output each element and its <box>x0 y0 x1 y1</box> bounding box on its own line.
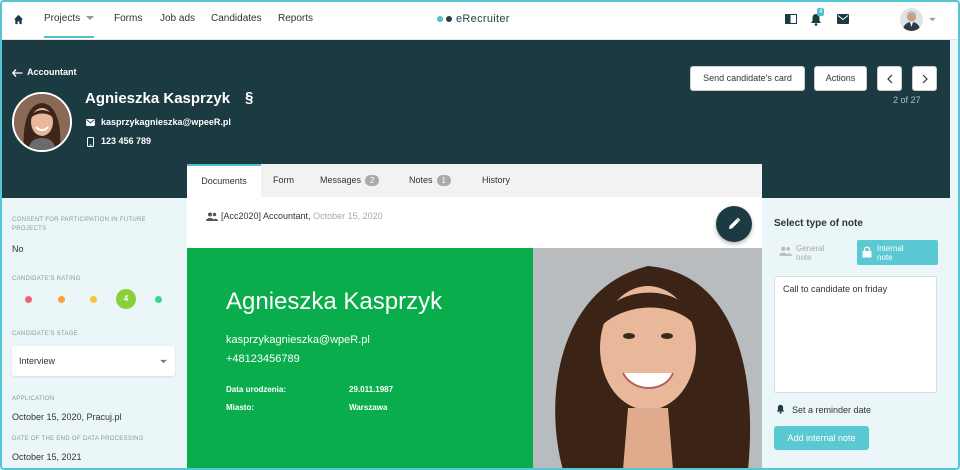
internal-note-label-2: note <box>877 253 893 262</box>
tab-notes[interactable]: Notes 1 <box>409 164 451 197</box>
general-note-label-1: General <box>796 244 825 253</box>
cv-birth-value: 29.011.1987 <box>349 385 394 394</box>
back-link-label: Accountant <box>27 67 77 77</box>
logo-dot-icon <box>446 16 452 23</box>
previous-candidate-button[interactable] <box>877 66 902 91</box>
candidate-photo <box>12 92 72 152</box>
candidate-pager: 2 of 27 <box>893 95 921 105</box>
phone-icon <box>87 136 94 147</box>
data-end-label: DATE OF THE END OF DATA PROCESSING <box>12 436 144 442</box>
rating-selected-4[interactable]: 4 <box>116 289 136 309</box>
note-panel-title: Select type of note <box>774 218 863 229</box>
panel-toggle-icon[interactable] <box>785 14 797 24</box>
top-navbar: Projects Forms Job ads Candidates Report… <box>0 0 960 40</box>
edit-document-button[interactable] <box>716 206 752 242</box>
candidate-phone: 123 456 789 <box>101 136 152 146</box>
data-end-value: October 15, 2021 <box>12 452 82 462</box>
envelope-icon <box>86 119 95 127</box>
nav-forms[interactable]: Forms <box>114 0 142 38</box>
cv-phone: +48123456789 <box>226 353 300 365</box>
lock-icon <box>862 246 872 258</box>
stage-select-value: Interview <box>19 356 56 366</box>
rating-dot-2[interactable] <box>58 296 65 303</box>
document-preview[interactable]: Agnieszka Kasprzyk kasprzykagnieszka@wpe… <box>187 248 762 470</box>
cv-photo-image <box>533 248 762 470</box>
general-note-label-2: note <box>796 253 812 262</box>
consent-label: CONSENT FOR PARTICIPATION IN FUTURE PROJ… <box>12 217 146 232</box>
rating-dot-5[interactable] <box>155 296 162 303</box>
application-label: APPLICATION <box>12 396 55 402</box>
nav-candidates[interactable]: Candidates <box>211 0 262 38</box>
nav-projects-label: Projects <box>44 13 81 24</box>
stage-select[interactable]: Interview <box>12 346 175 376</box>
notification-count-badge: 4 <box>817 8 825 16</box>
cv-city-label: Miasto: <box>226 403 254 412</box>
tab-documents[interactable]: Documents <box>187 164 261 197</box>
notifications-button[interactable]: 4 <box>810 8 828 29</box>
tab-form[interactable]: Form <box>273 164 294 197</box>
candidate-phone-row[interactable]: 123 456 789 <box>87 136 151 147</box>
general-note-option[interactable]: General note <box>776 240 846 265</box>
arrow-left-icon <box>11 68 23 77</box>
cv-email: kasprzykagnieszka@wpeR.pl <box>226 334 370 346</box>
rating-label: CANDIDATE'S RATING <box>12 276 81 282</box>
user-avatar-image <box>903 11 920 31</box>
internal-note-label-1: Internal <box>877 244 904 253</box>
rating-dot-1[interactable] <box>25 296 32 303</box>
actions-button[interactable]: Actions <box>814 66 867 91</box>
logo-text: eRecruiter <box>456 13 510 25</box>
messages-count-badge: 2 <box>365 175 380 187</box>
back-link[interactable]: Accountant <box>11 67 77 77</box>
tab-notes-label: Notes <box>409 175 433 185</box>
users-icon <box>206 212 218 222</box>
pencil-icon <box>729 217 741 229</box>
next-candidate-button[interactable] <box>912 66 937 91</box>
candidate-tabs: Documents Form Messages 2 Notes 1 History <box>187 164 762 197</box>
note-textarea[interactable]: Call to candidate on friday <box>774 276 937 393</box>
chevron-right-icon <box>922 74 928 84</box>
cv-city-value: Warszawa <box>349 403 388 412</box>
application-value: October 15, 2020, Pracuj.pl <box>12 412 122 422</box>
app-logo[interactable]: eRecruiter <box>437 0 510 38</box>
cv-panel: Agnieszka Kasprzyk kasprzykagnieszka@wpe… <box>187 248 533 470</box>
bell-icon <box>776 404 785 414</box>
tab-history[interactable]: History <box>482 164 510 197</box>
reminder-label: Set a reminder date <box>792 405 872 415</box>
candidate-name: Agnieszka Kasprzyk <box>85 90 231 107</box>
candidate-photo-image <box>14 94 70 150</box>
caret-down-icon <box>85 16 94 20</box>
tab-messages[interactable]: Messages 2 <box>320 164 380 197</box>
send-card-button[interactable]: Send candidate's card <box>690 66 805 91</box>
users-icon <box>779 246 792 256</box>
nav-projects[interactable]: Projects <box>44 0 94 38</box>
caret-down-icon <box>160 359 167 364</box>
user-menu-caret-icon[interactable] <box>929 17 936 22</box>
chevron-left-icon <box>886 74 892 84</box>
stage-label: CANDIDATE'S STAGE <box>12 331 79 337</box>
mail-icon[interactable] <box>837 14 849 24</box>
logo-dot-icon <box>437 16 443 23</box>
nav-job-ads[interactable]: Job ads <box>160 0 195 38</box>
consent-value: No <box>12 244 24 254</box>
nav-reports[interactable]: Reports <box>278 0 313 38</box>
tab-messages-label: Messages <box>320 175 362 185</box>
notes-count-badge: 1 <box>436 175 451 187</box>
document-date: October 15, 2020 <box>313 211 383 221</box>
candidate-email: kasprzykagnieszka@wpeeR.pl <box>101 117 231 127</box>
document-source: [Acc2020] Accountant, October 15, 2020 <box>206 211 383 222</box>
cv-birth-label: Data urodzenia: <box>226 385 287 394</box>
home-icon[interactable] <box>13 14 24 25</box>
add-internal-note-button[interactable]: Add internal note <box>774 426 869 450</box>
rating-dot-3[interactable] <box>90 296 97 303</box>
document-project: [Acc2020] Accountant, <box>221 211 311 221</box>
gdpr-section-icon[interactable]: § <box>245 89 253 106</box>
document-header: [Acc2020] Accountant, October 15, 2020 <box>187 197 762 248</box>
cv-photo <box>533 248 762 470</box>
cv-name: Agnieszka Kasprzyk <box>226 288 443 315</box>
internal-note-option[interactable]: Internal note <box>857 240 938 265</box>
candidate-email-row[interactable]: kasprzykagnieszka@wpeeR.pl <box>86 117 231 127</box>
user-avatar[interactable] <box>900 8 923 31</box>
